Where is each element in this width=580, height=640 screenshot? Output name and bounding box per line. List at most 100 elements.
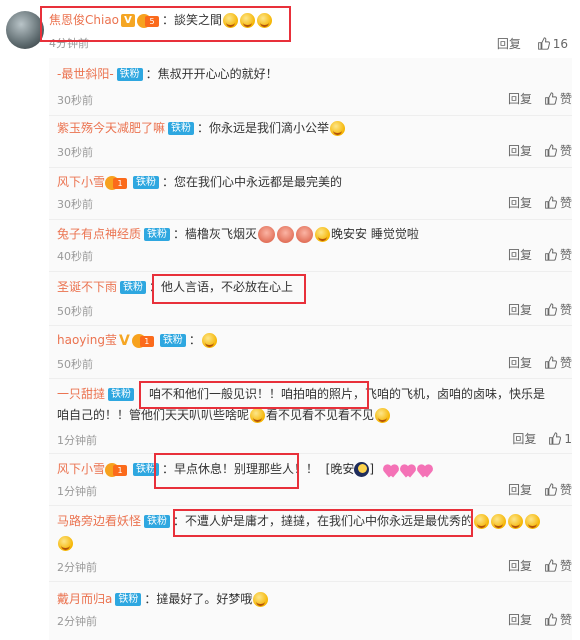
verified-icon: V (118, 332, 130, 349)
divider (49, 581, 572, 582)
like-button[interactable]: 1 (548, 432, 572, 446)
reply-button[interactable]: 回复 (508, 559, 532, 573)
thumb-up-icon (544, 196, 557, 209)
reply-username[interactable]: -最世斜阳- (57, 67, 114, 81)
reply-button[interactable]: 回复 (508, 144, 532, 158)
reply-item: 风下小雪 1 铁粉 ：早点休息！别理那些人！！ [晚安] 1分钟前 回复赞 (57, 459, 572, 509)
reply-item: 风下小雪 1 铁粉 ：您在我们心中永远都是最完美的 30秒前 回复赞 (57, 172, 572, 222)
reply-time: 30秒前 (57, 198, 93, 211)
reply-time: 50秒前 (57, 305, 93, 318)
laugh-emoji-icon (257, 13, 273, 28)
like-button[interactable]: 赞 (544, 196, 572, 210)
reply-time: 30秒前 (57, 94, 93, 107)
kiss-emoji-icon (508, 514, 524, 529)
reply-username[interactable]: 戴月而归a (57, 592, 112, 606)
reply-text: ：焦叔开开心心的就好！ (145, 67, 278, 81)
like-button[interactable]: 赞 (544, 613, 572, 627)
reply-button[interactable]: 回复 (497, 37, 521, 51)
fan-badge: 铁粉 (144, 228, 171, 241)
reply-item: 兔子有点神经质 铁粉 ：樯橹灰飞烟灭 晚安安 睡觉觉啦 40秒前 回复赞 (57, 224, 572, 274)
reply-text-2: [晚安 (325, 462, 355, 476)
reply-time: 50秒前 (57, 358, 93, 371)
reply-text-2: 咱自己的！！管他们天天叭叭些啥呢 (57, 408, 250, 422)
pig-emoji-icon (258, 226, 276, 243)
kiss-emoji-icon (474, 514, 490, 529)
heart-emoji-icon (417, 462, 432, 477)
smile-emoji-icon (315, 227, 331, 242)
divider (49, 325, 572, 326)
reply-text: ：不遭人妒是庸才，撻撻，在我们心中你永远是最优秀的 (173, 514, 474, 528)
reply-item: 一只甜撻 铁粉 ：咱不和他们一般见识！！咱拍咱的照片，飞咱的飞机，卤咱的卤味，快乐是… (57, 384, 572, 450)
heart-emoji-icon (400, 462, 415, 477)
divider (49, 453, 572, 454)
like-button[interactable]: 赞 (544, 92, 572, 106)
reply-text: ：您在我们心中永远都是最完美的 (162, 175, 343, 189)
reply-button[interactable]: 回复 (508, 196, 532, 210)
like-button[interactable]: 赞 (544, 483, 572, 497)
crown-level-icon: 5 (137, 13, 160, 28)
reply-text-3: ] (369, 462, 375, 476)
fan-badge: 铁粉 (133, 176, 160, 189)
like-button[interactable]: 赞 (544, 144, 572, 158)
reply-time: 2分钟前 (57, 615, 97, 628)
reply-text-3: 看不见看不见看不见 (266, 408, 375, 422)
fan-badge: 铁粉 (133, 463, 160, 476)
avatar[interactable] (6, 11, 44, 49)
comment-time: 4分钟前 (49, 37, 89, 50)
thumb-up-icon (548, 432, 561, 445)
pig-emoji-icon (296, 226, 314, 243)
comment-username[interactable]: 焦恩俊Chiao (49, 13, 119, 27)
verified-icon: V (121, 14, 136, 27)
reply-button[interactable]: 回复 (512, 432, 536, 446)
reply-button[interactable]: 回复 (508, 303, 532, 317)
like-button[interactable]: 赞 (544, 248, 572, 262)
reply-item: haoying莹 V 1 铁粉： 50秒前 回复赞 (57, 330, 572, 380)
reply-username[interactable]: 紫玉殇今天减肥了嘛 (57, 121, 165, 135)
reply-username[interactable]: 马路旁边看妖怪 (57, 514, 141, 528)
thumb-up-icon (544, 303, 557, 316)
divider (49, 115, 572, 116)
thumb-up-icon (537, 37, 550, 50)
reply-username[interactable]: haoying莹 (57, 333, 117, 347)
fan-badge: 铁粉 (120, 281, 147, 294)
fan-badge: 铁粉 (108, 388, 135, 401)
fan-badge: 铁粉 (159, 334, 186, 347)
reply-time: 40秒前 (57, 250, 93, 263)
fan-badge: 铁粉 (116, 68, 143, 81)
like-count: 16 (552, 37, 568, 51)
thumb-up-icon (544, 92, 557, 105)
comment-actions: 回复 16 (497, 35, 568, 52)
heart-emoji-icon (383, 462, 398, 477)
reply-button[interactable]: 回复 (508, 356, 532, 370)
laugh-emoji-icon (223, 13, 239, 28)
reply-username[interactable]: 风下小雪 (57, 462, 105, 476)
like-button[interactable]: 赞 (544, 356, 572, 370)
kiss-emoji-icon (253, 592, 269, 607)
like-button[interactable]: 16 (537, 37, 568, 51)
reply-text-2: 晚安安 睡觉觉啦 (331, 227, 419, 241)
reply-item: 圣诞不下雨 铁粉 ：他人言语，不必放在心上 50秒前 回复赞 (57, 277, 572, 327)
reply-text: ：撻最好了。好梦哦 (144, 592, 253, 606)
kiss-emoji-icon (58, 536, 73, 551)
like-button[interactable]: 赞 (544, 303, 572, 317)
reply-item: -最世斜阳- 铁粉 ：焦叔开开心心的就好！ 30秒前 回复赞 (57, 64, 572, 114)
reply-username[interactable]: 风下小雪 (57, 175, 105, 189)
reply-button[interactable]: 回复 (508, 613, 532, 627)
laugh-emoji-icon (240, 13, 256, 28)
crown-level-icon: 1 (131, 333, 154, 348)
thumb-up-icon (544, 559, 557, 572)
pig-emoji-icon (277, 226, 295, 243)
reply-button[interactable]: 回复 (508, 248, 532, 262)
fan-badge: 铁粉 (168, 122, 195, 135)
reply-time: 2分钟前 (57, 561, 97, 574)
smile-emoji-icon (250, 408, 266, 423)
reply-username[interactable]: 圣诞不下雨 (57, 280, 117, 294)
thumb-up-icon (544, 144, 557, 157)
kiss-emoji-icon (330, 121, 346, 136)
like-button[interactable]: 赞 (544, 559, 572, 573)
reply-item: 紫玉殇今天减肥了嘛 铁粉 ：你永远是我们滴小公举 30秒前 回复赞 (57, 118, 572, 168)
reply-button[interactable]: 回复 (508, 483, 532, 497)
reply-username[interactable]: 一只甜撻 (57, 387, 105, 401)
reply-button[interactable]: 回复 (508, 92, 532, 106)
reply-username[interactable]: 兔子有点神经质 (57, 227, 141, 241)
